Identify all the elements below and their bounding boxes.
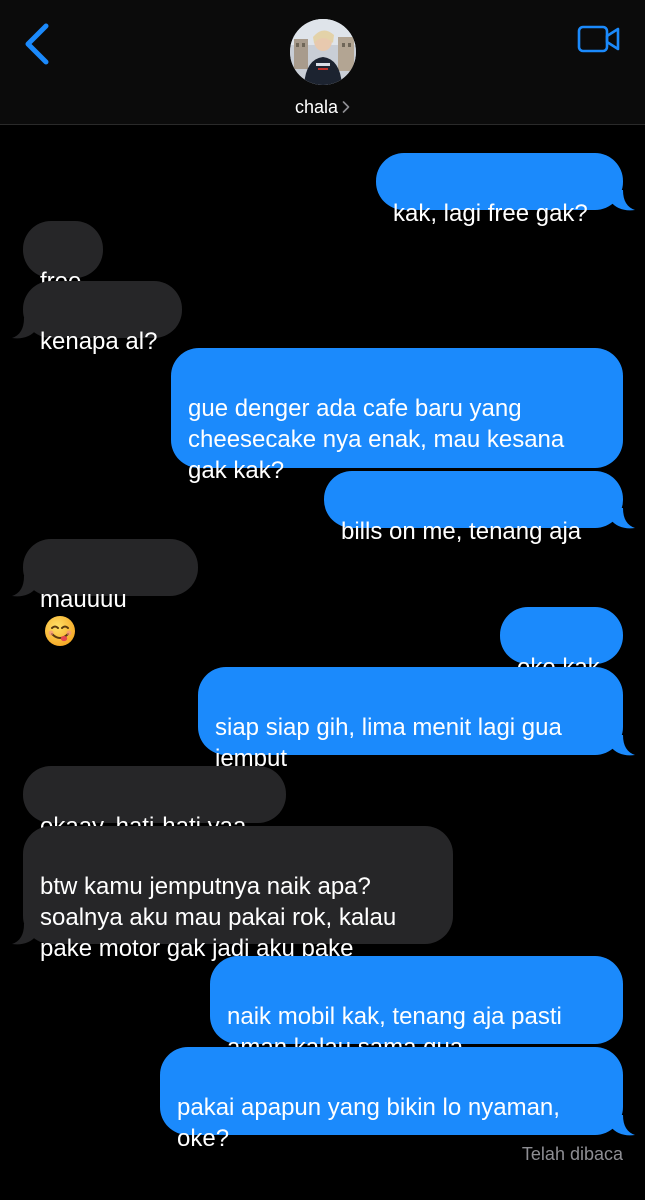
message-bubble-outgoing[interactable]: bills on me, tenang aja [324,471,623,545]
message-bubble-incoming[interactable]: btw kamu jemputnya naik apa? soalnya aku… [23,826,453,962]
message-text: pakai apapun yang bikin lo nyaman, oke? [177,1094,560,1152]
read-receipt: Telah dibaca [521,1144,623,1164]
contact-avatar[interactable] [290,19,356,85]
chevron-right-icon [342,101,350,113]
bubble-tail [12,924,36,945]
contact-name-button[interactable]: chala [0,96,645,118]
chevron-left-icon [25,23,49,65]
video-call-button[interactable] [577,22,621,56]
bubble-tail [12,318,36,339]
video-camera-icon [577,25,620,53]
contact-name: chala [294,97,339,117]
message-text: bills on me, tenang aja [341,518,582,545]
bubble-tail [611,508,635,529]
back-button[interactable] [18,22,58,66]
message-bubble-incoming[interactable]: kenapa al? [23,281,182,355]
bubble-tail [611,190,635,211]
message-text: btw kamu jemputnya naik apa? soalnya aku… [40,873,397,962]
message-bubble-incoming[interactable]: mauuuu [23,539,198,646]
bubble-tail [12,576,36,597]
face-savoring-food-icon [45,616,75,646]
avatar-photo [290,19,356,85]
message-bubble-outgoing[interactable]: kak, lagi free gak? [376,153,623,227]
message-bubble-outgoing[interactable]: siap siap gih, lima menit lagi gua jempu… [198,667,623,772]
message-text: kak, lagi free gak? [393,200,588,227]
conversation-header: chala [0,0,645,125]
message-text: kenapa al? [40,328,158,355]
message-bubble-incoming[interactable]: free [23,221,103,295]
message-text: mauuuu [40,586,127,613]
message-bubble-outgoing[interactable]: naik mobil kak, tenang aja pasti aman ka… [210,956,623,1061]
bubble-tail [611,1115,635,1136]
bubble-tail [611,735,635,756]
message-text: siap siap gih, lima menit lagi gua jempu… [215,714,562,772]
message-bubble-incoming[interactable]: okaay, hati-hati yaa [23,766,286,840]
message-bubble-outgoing[interactable]: pakai apapun yang bikin lo nyaman, oke? [160,1047,623,1152]
message-bubble-outgoing[interactable]: oke kak [500,607,623,681]
message-bubble-outgoing[interactable]: gue denger ada cafe baru yang cheesecake… [171,348,623,484]
